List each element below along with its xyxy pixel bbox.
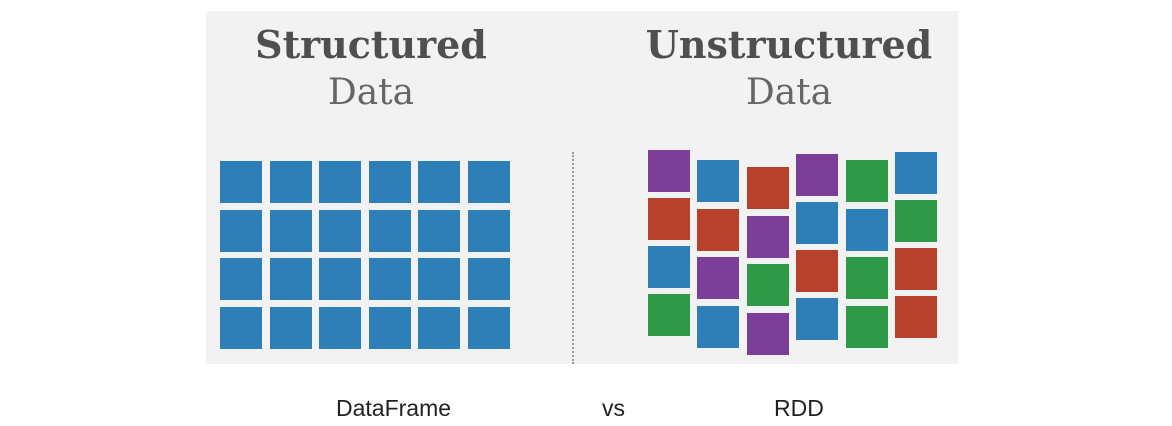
structured-tile	[418, 258, 461, 300]
structured-tile	[368, 209, 411, 252]
structured-tile	[468, 209, 510, 252]
structured-tile	[269, 161, 312, 203]
unstructured-tile	[648, 294, 690, 336]
structured-tile	[220, 209, 262, 252]
vs-caption: vs	[602, 395, 625, 421]
structured-tile	[269, 209, 312, 252]
structured-tile	[368, 258, 411, 300]
unstructured-heading: Unstructured Data	[644, 23, 934, 119]
unstructured-tile	[796, 154, 838, 196]
structured-heading: Structured Data	[246, 23, 496, 119]
structured-title: Structured	[255, 22, 487, 67]
unstructured-tile	[895, 296, 937, 338]
unstructured-tile	[796, 250, 838, 292]
unstructured-tile	[648, 150, 690, 192]
structured-tile	[269, 258, 312, 300]
unstructured-tile	[895, 152, 937, 194]
unstructured-title: Unstructured	[645, 22, 933, 67]
structured-tile	[319, 161, 362, 203]
unstructured-tile	[796, 298, 838, 340]
unstructured-tile	[895, 248, 937, 290]
structured-tile	[319, 306, 362, 349]
dotted-divider	[572, 152, 574, 364]
unstructured-tile	[747, 312, 789, 355]
unstructured-tile	[697, 160, 739, 202]
structured-tile	[368, 161, 411, 203]
unstructured-subtitle: Data	[745, 72, 833, 113]
unstructured-tile	[697, 257, 739, 299]
unstructured-tile	[846, 208, 888, 251]
structured-tile	[418, 306, 461, 349]
unstructured-tile	[846, 160, 888, 202]
structured-tile	[468, 306, 510, 349]
structured-tile	[319, 258, 362, 300]
structured-tile	[269, 306, 312, 349]
structured-tile	[468, 161, 510, 203]
structured-tile	[468, 258, 510, 300]
unstructured-tile	[846, 305, 888, 348]
structured-tile	[418, 161, 461, 203]
unstructured-tile	[747, 264, 789, 306]
unstructured-tile	[846, 257, 888, 299]
unstructured-tile	[747, 215, 789, 258]
unstructured-tile	[697, 305, 739, 348]
structured-tile	[319, 209, 362, 252]
rdd-caption: RDD	[774, 395, 824, 421]
structured-tile	[220, 258, 262, 300]
structured-subtitle: Data	[327, 72, 415, 113]
comparison-panel: Structured Data Unstructured Data	[206, 11, 958, 364]
structured-tile	[220, 161, 262, 203]
dataframe-caption: DataFrame	[336, 395, 452, 421]
structured-tile	[418, 209, 461, 252]
unstructured-tile	[747, 167, 789, 209]
unstructured-tile	[697, 208, 739, 251]
structured-tile	[368, 306, 411, 349]
unstructured-tile	[648, 198, 690, 240]
unstructured-tile	[895, 200, 937, 242]
structured-tile	[220, 306, 262, 349]
unstructured-tile	[796, 202, 838, 244]
unstructured-tile	[648, 246, 690, 288]
